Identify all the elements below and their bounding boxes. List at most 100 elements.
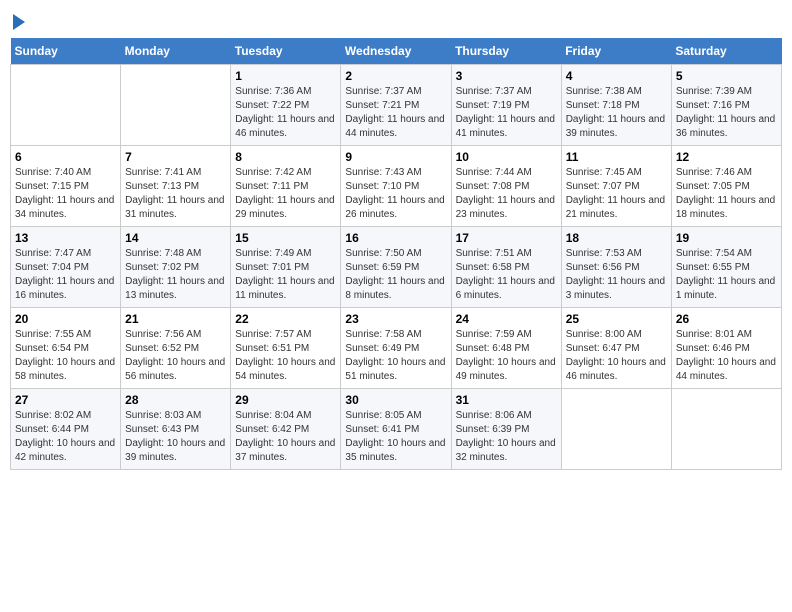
sunrise-text: Sunrise: 7:49 AM [235, 248, 311, 259]
day-info: Sunrise: 7:48 AM Sunset: 7:02 PM Dayligh… [125, 247, 226, 303]
calendar-cell: 29 Sunrise: 8:04 AM Sunset: 6:42 PM Dayl… [231, 389, 341, 470]
day-info: Sunrise: 8:01 AM Sunset: 6:46 PM Dayligh… [676, 328, 777, 384]
sunset-text: Sunset: 6:42 PM [235, 424, 309, 435]
sunset-text: Sunset: 6:58 PM [456, 262, 530, 273]
calendar-cell [121, 65, 231, 146]
calendar-cell: 2 Sunrise: 7:37 AM Sunset: 7:21 PM Dayli… [341, 65, 451, 146]
daylight-text: Daylight: 10 hours and 51 minutes. [345, 357, 445, 382]
day-info: Sunrise: 7:38 AM Sunset: 7:18 PM Dayligh… [566, 85, 667, 141]
daylight-text: Daylight: 11 hours and 41 minutes. [456, 114, 555, 139]
calendar-cell [561, 389, 671, 470]
daylight-text: Daylight: 11 hours and 46 minutes. [235, 114, 334, 139]
day-number: 12 [676, 150, 777, 164]
day-number: 13 [15, 231, 116, 245]
day-number: 15 [235, 231, 336, 245]
header-sunday: Sunday [11, 38, 121, 65]
sunset-text: Sunset: 7:01 PM [235, 262, 309, 273]
sunset-text: Sunset: 6:41 PM [345, 424, 419, 435]
sunset-text: Sunset: 6:43 PM [125, 424, 199, 435]
sunset-text: Sunset: 6:39 PM [456, 424, 530, 435]
day-info: Sunrise: 7:43 AM Sunset: 7:10 PM Dayligh… [345, 166, 446, 222]
sunset-text: Sunset: 6:59 PM [345, 262, 419, 273]
calendar-cell: 23 Sunrise: 7:58 AM Sunset: 6:49 PM Dayl… [341, 308, 451, 389]
day-info: Sunrise: 8:06 AM Sunset: 6:39 PM Dayligh… [456, 409, 557, 465]
calendar-cell: 15 Sunrise: 7:49 AM Sunset: 7:01 PM Dayl… [231, 227, 341, 308]
day-number: 5 [676, 69, 777, 83]
calendar-cell: 12 Sunrise: 7:46 AM Sunset: 7:05 PM Dayl… [671, 146, 781, 227]
daylight-text: Daylight: 11 hours and 36 minutes. [676, 114, 775, 139]
sunrise-text: Sunrise: 7:57 AM [235, 329, 311, 340]
day-info: Sunrise: 7:56 AM Sunset: 6:52 PM Dayligh… [125, 328, 226, 384]
calendar-cell [11, 65, 121, 146]
calendar-cell: 30 Sunrise: 8:05 AM Sunset: 6:41 PM Dayl… [341, 389, 451, 470]
day-number: 17 [456, 231, 557, 245]
day-number: 20 [15, 312, 116, 326]
sunset-text: Sunset: 7:15 PM [15, 181, 89, 192]
calendar-cell: 28 Sunrise: 8:03 AM Sunset: 6:43 PM Dayl… [121, 389, 231, 470]
daylight-text: Daylight: 10 hours and 37 minutes. [235, 438, 335, 463]
calendar-cell: 21 Sunrise: 7:56 AM Sunset: 6:52 PM Dayl… [121, 308, 231, 389]
sunset-text: Sunset: 6:47 PM [566, 343, 640, 354]
sunrise-text: Sunrise: 7:48 AM [125, 248, 201, 259]
header-friday: Friday [561, 38, 671, 65]
sunrise-text: Sunrise: 7:58 AM [345, 329, 421, 340]
sunset-text: Sunset: 6:56 PM [566, 262, 640, 273]
daylight-text: Daylight: 11 hours and 21 minutes. [566, 195, 665, 220]
day-number: 26 [676, 312, 777, 326]
day-number: 3 [456, 69, 557, 83]
day-info: Sunrise: 7:54 AM Sunset: 6:55 PM Dayligh… [676, 247, 777, 303]
sunrise-text: Sunrise: 7:55 AM [15, 329, 91, 340]
daylight-text: Daylight: 11 hours and 31 minutes. [125, 195, 224, 220]
daylight-text: Daylight: 10 hours and 58 minutes. [15, 357, 115, 382]
daylight-text: Daylight: 10 hours and 46 minutes. [566, 357, 666, 382]
sunrise-text: Sunrise: 7:38 AM [566, 86, 642, 97]
day-info: Sunrise: 7:44 AM Sunset: 7:08 PM Dayligh… [456, 166, 557, 222]
day-number: 14 [125, 231, 226, 245]
daylight-text: Daylight: 10 hours and 35 minutes. [345, 438, 445, 463]
day-number: 6 [15, 150, 116, 164]
day-info: Sunrise: 7:41 AM Sunset: 7:13 PM Dayligh… [125, 166, 226, 222]
day-number: 19 [676, 231, 777, 245]
daylight-text: Daylight: 10 hours and 44 minutes. [676, 357, 776, 382]
sunrise-text: Sunrise: 7:37 AM [345, 86, 421, 97]
day-number: 28 [125, 393, 226, 407]
day-info: Sunrise: 7:40 AM Sunset: 7:15 PM Dayligh… [15, 166, 116, 222]
calendar-cell: 10 Sunrise: 7:44 AM Sunset: 7:08 PM Dayl… [451, 146, 561, 227]
sunset-text: Sunset: 6:51 PM [235, 343, 309, 354]
day-info: Sunrise: 7:42 AM Sunset: 7:11 PM Dayligh… [235, 166, 336, 222]
sunrise-text: Sunrise: 7:45 AM [566, 167, 642, 178]
sunset-text: Sunset: 6:55 PM [676, 262, 750, 273]
day-number: 29 [235, 393, 336, 407]
day-info: Sunrise: 8:04 AM Sunset: 6:42 PM Dayligh… [235, 409, 336, 465]
logo [10, 10, 25, 30]
daylight-text: Daylight: 11 hours and 18 minutes. [676, 195, 775, 220]
day-number: 24 [456, 312, 557, 326]
day-info: Sunrise: 8:05 AM Sunset: 6:41 PM Dayligh… [345, 409, 446, 465]
header-tuesday: Tuesday [231, 38, 341, 65]
sunset-text: Sunset: 7:19 PM [456, 100, 530, 111]
sunset-text: Sunset: 7:13 PM [125, 181, 199, 192]
sunrise-text: Sunrise: 7:37 AM [456, 86, 532, 97]
day-number: 11 [566, 150, 667, 164]
day-info: Sunrise: 7:55 AM Sunset: 6:54 PM Dayligh… [15, 328, 116, 384]
calendar-header-row: SundayMondayTuesdayWednesdayThursdayFrid… [11, 38, 782, 65]
calendar-table: SundayMondayTuesdayWednesdayThursdayFrid… [10, 38, 782, 470]
day-number: 27 [15, 393, 116, 407]
calendar-cell: 31 Sunrise: 8:06 AM Sunset: 6:39 PM Dayl… [451, 389, 561, 470]
sunrise-text: Sunrise: 7:51 AM [456, 248, 532, 259]
sunset-text: Sunset: 7:07 PM [566, 181, 640, 192]
sunrise-text: Sunrise: 8:03 AM [125, 410, 201, 421]
sunrise-text: Sunrise: 7:41 AM [125, 167, 201, 178]
calendar-cell: 8 Sunrise: 7:42 AM Sunset: 7:11 PM Dayli… [231, 146, 341, 227]
day-info: Sunrise: 7:59 AM Sunset: 6:48 PM Dayligh… [456, 328, 557, 384]
sunset-text: Sunset: 6:49 PM [345, 343, 419, 354]
day-info: Sunrise: 8:03 AM Sunset: 6:43 PM Dayligh… [125, 409, 226, 465]
day-number: 7 [125, 150, 226, 164]
day-info: Sunrise: 8:00 AM Sunset: 6:47 PM Dayligh… [566, 328, 667, 384]
calendar-cell: 24 Sunrise: 7:59 AM Sunset: 6:48 PM Dayl… [451, 308, 561, 389]
day-info: Sunrise: 8:02 AM Sunset: 6:44 PM Dayligh… [15, 409, 116, 465]
calendar-cell: 19 Sunrise: 7:54 AM Sunset: 6:55 PM Dayl… [671, 227, 781, 308]
calendar-cell: 3 Sunrise: 7:37 AM Sunset: 7:19 PM Dayli… [451, 65, 561, 146]
daylight-text: Daylight: 10 hours and 32 minutes. [456, 438, 556, 463]
day-number: 16 [345, 231, 446, 245]
